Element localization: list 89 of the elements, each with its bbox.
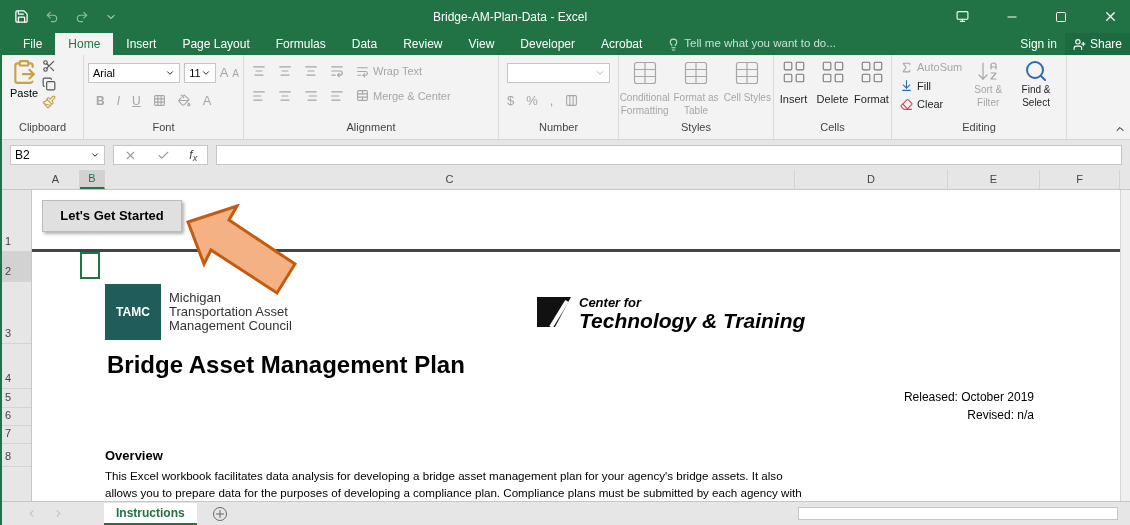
group-label: Styles bbox=[680, 119, 712, 135]
column-header[interactable]: D bbox=[795, 170, 948, 189]
scissors-icon[interactable] bbox=[42, 59, 57, 73]
align-middle-icon[interactable] bbox=[278, 64, 292, 79]
row-header[interactable]: 7 bbox=[2, 426, 31, 444]
align-left-icon[interactable] bbox=[252, 88, 266, 103]
clipboard-icon bbox=[11, 59, 38, 85]
ribbon-tab[interactable]: View bbox=[455, 33, 508, 55]
fill-color-icon[interactable] bbox=[177, 94, 191, 108]
indent-icon[interactable] bbox=[330, 88, 344, 103]
ribbon-tab[interactable]: File bbox=[10, 33, 56, 55]
search-icon bbox=[1024, 59, 1049, 83]
column-header[interactable]: C bbox=[105, 170, 795, 189]
cells-button[interactable]: Insert bbox=[774, 59, 813, 106]
font-size-field[interactable]: 11 bbox=[184, 63, 216, 83]
align-bottom-icon[interactable] bbox=[304, 64, 318, 79]
name-box[interactable]: B2 bbox=[10, 145, 105, 165]
group-label: Cells bbox=[819, 119, 846, 135]
revision-note: Revised: n/a bbox=[967, 407, 1034, 425]
group-label: Clipboard bbox=[17, 119, 68, 135]
selected-cell[interactable] bbox=[80, 251, 100, 279]
ribbon-tab[interactable]: Home bbox=[55, 33, 114, 55]
orientation-icon[interactable] bbox=[330, 64, 344, 79]
tamc-logo-text: Michigan Transportation Asset Management Council bbox=[169, 291, 292, 334]
ribbon-tab[interactable]: Developer bbox=[507, 33, 588, 55]
tamc-logo-badge: TAMC bbox=[105, 284, 161, 341]
group-label: Font bbox=[151, 119, 176, 135]
merge-icon bbox=[356, 89, 369, 103]
share-button[interactable]: Share bbox=[1064, 33, 1130, 55]
wrap-icon bbox=[356, 64, 369, 78]
close-icon[interactable] bbox=[1103, 9, 1118, 24]
sign-in-link[interactable]: Sign in bbox=[1012, 33, 1065, 55]
number-format-field[interactable] bbox=[507, 63, 610, 83]
paste-button[interactable]: Paste bbox=[10, 59, 39, 119]
vertical-scrollbar[interactable] bbox=[1120, 190, 1130, 501]
row-header[interactable]: 3 bbox=[2, 282, 31, 344]
overview-paragraph: This Excel workbook facilitates data analysis for developing a bridge asset management plan for your agency's bridge assets. It also allows you to prepare data for the purposes of developing a compliance plan. Compliance plans must be submitted by each agency with bbox=[105, 468, 803, 501]
borders-icon[interactable] bbox=[152, 94, 166, 108]
release-date: Released: October 2019 bbox=[903, 388, 1034, 406]
ribbon-tab[interactable]: Data bbox=[338, 33, 391, 55]
copy-icon[interactable] bbox=[42, 77, 57, 91]
column-header[interactable]: F bbox=[1040, 170, 1120, 189]
dropdown-icon bbox=[200, 68, 211, 78]
start-button[interactable]: Let's Get Started bbox=[42, 200, 182, 232]
window-title: Bridge-AM-Plan-Data - Excel bbox=[433, 8, 588, 26]
sigma-icon bbox=[900, 60, 913, 74]
group-label: Alignment bbox=[345, 119, 397, 135]
row-header[interactable]: 8 bbox=[2, 444, 31, 467]
table-icon bbox=[682, 59, 710, 87]
eraser-icon bbox=[900, 97, 913, 111]
dropdown-icon bbox=[595, 68, 605, 78]
ctt-logo-mark bbox=[537, 297, 571, 328]
cells-button[interactable]: Delete bbox=[813, 59, 852, 106]
find-select-button[interactable]: Find & Select bbox=[1014, 59, 1058, 113]
align-top-icon[interactable] bbox=[252, 64, 266, 79]
row-header[interactable]: 4 bbox=[2, 344, 31, 389]
formula-field[interactable] bbox=[216, 145, 1122, 165]
ribbon-tab[interactable]: Review bbox=[390, 33, 456, 55]
ribbon-tab[interactable]: Formulas bbox=[262, 33, 339, 55]
overview-title: Overview bbox=[105, 446, 163, 465]
clear-button[interactable]: Clear bbox=[900, 96, 963, 113]
ctt-logo-text: Center for Technology & Training bbox=[579, 294, 806, 331]
insert-function-button[interactable]: f$_{x}$ bbox=[189, 146, 198, 164]
column-header[interactable]: B bbox=[80, 170, 105, 189]
ribbon-tab[interactable]: Page Layout bbox=[169, 33, 263, 55]
row-header[interactable]: 5 bbox=[2, 389, 31, 408]
row-header[interactable]: 2 bbox=[2, 252, 31, 282]
person-icon bbox=[1072, 37, 1086, 51]
save-icon[interactable] bbox=[14, 9, 29, 24]
align-center-icon[interactable] bbox=[278, 88, 292, 103]
tell-me-field[interactable]: Tell me what you want to do... bbox=[667, 33, 855, 55]
ribbon-tab[interactable]: Acrobat bbox=[588, 33, 656, 55]
fill-button[interactable]: Fill bbox=[900, 77, 963, 94]
fill-down-icon bbox=[900, 79, 913, 93]
sheet-tab[interactable]: Instructions bbox=[104, 502, 197, 525]
align-right-icon[interactable] bbox=[304, 88, 318, 103]
cells-button[interactable]: Format bbox=[852, 59, 891, 106]
horizontal-scrollbar[interactable] bbox=[798, 507, 1118, 520]
sheet-heading: Bridge Asset Management Plan bbox=[107, 350, 465, 381]
ribbon-tab[interactable]: Insert bbox=[113, 33, 170, 55]
ribbon-display-icon[interactable] bbox=[956, 10, 969, 23]
font-name-field[interactable]: Arial bbox=[88, 63, 181, 83]
column-header[interactable]: E bbox=[948, 170, 1040, 189]
dropdown-icon bbox=[165, 68, 176, 78]
group-label: Editing bbox=[961, 119, 997, 135]
group-label: Number bbox=[537, 119, 580, 135]
dropdown-icon bbox=[90, 150, 100, 160]
maximize-icon[interactable] bbox=[1055, 10, 1067, 23]
row-header[interactable]: 6 bbox=[2, 408, 31, 426]
